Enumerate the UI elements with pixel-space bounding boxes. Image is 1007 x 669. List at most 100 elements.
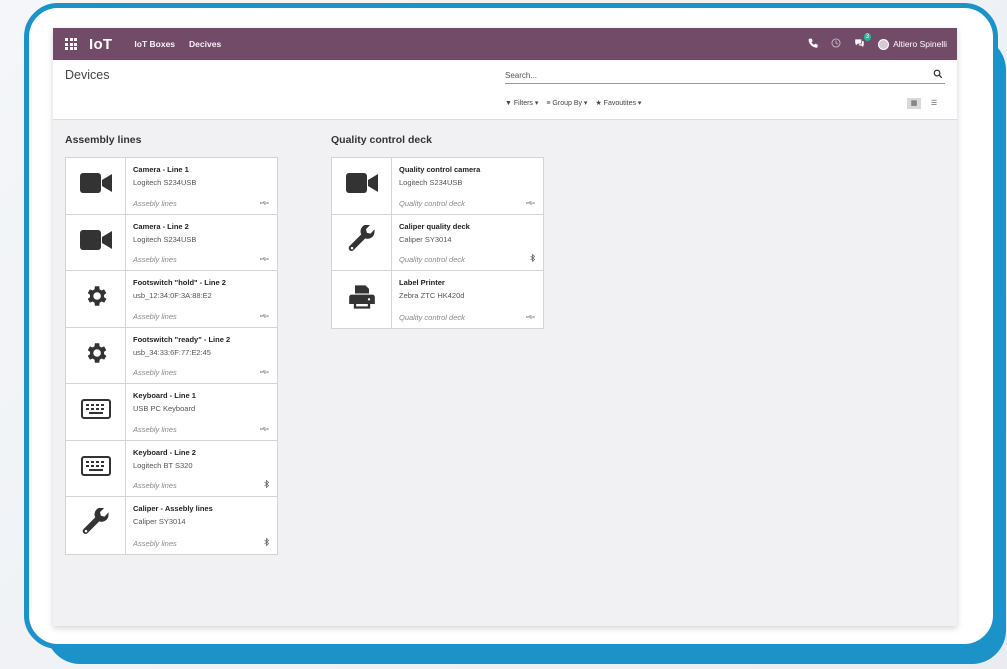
device-location: Quality control deck [399,255,465,264]
device-icon-cell [332,271,392,328]
device-icon-cell [66,271,126,327]
bluetooth-icon [264,537,270,548]
filters-dropdown[interactable]: ▼ Filters ▾ [505,99,538,107]
device-card[interactable]: Label Printer Zebra ZTC HK420d Quality c… [332,271,543,328]
device-card[interactable]: Camera - Line 1 Logitech S234USB Assebly… [66,158,277,215]
group-assembly-lines: Camera - Line 1 Logitech S234USB Assebly… [65,157,278,555]
device-icon-cell [66,158,126,214]
usb-icon [526,314,535,322]
app-brand[interactable]: IoT [89,36,112,53]
usb-icon [260,369,269,377]
search-options: ▼ Filters ▾ ≡ Group By ▾ ★ Favoutites ▾ [505,99,641,107]
device-icon-cell [66,440,126,496]
device-model: usb_34:33:6F:77:E2:45 [133,347,211,357]
device-icon-cell [332,214,392,270]
device-icon-cell [66,384,126,440]
menu-devices[interactable]: Decives [189,39,221,49]
bluetooth-icon [530,253,536,264]
device-icon-cell [332,158,392,214]
device-location: Assebly lines [133,198,177,208]
gear-icon [83,283,109,314]
view-switcher: ▦ ☰ [907,98,941,109]
device-card-body: Camera - Line 1 Logitech S234USB Assebly… [126,158,277,214]
device-card[interactable]: Caliper quality deck Caliper SY3014 Qual… [332,214,543,271]
device-model: Zebra ZTC HK420d [399,291,465,300]
device-location: Assebly lines [133,311,177,321]
device-model: Logitech S234USB [133,178,197,187]
device-card[interactable]: Caliper - Assebly lines Caliper SY3014 A… [66,497,277,554]
list-view-icon[interactable]: ☰ [927,98,941,109]
device-card[interactable]: Keyboard - Line 2 Logitech BT S320 Asseb… [66,440,277,497]
device-icon-cell [66,497,126,554]
device-location: Assebly lines [133,255,177,264]
group-title-quality-control-deck: Quality control deck [331,134,432,146]
device-card[interactable]: Footswitch "ready" - Line 2 usb_34:33:6F… [66,327,277,384]
favorites-dropdown[interactable]: ★ Favoutites ▾ [595,99,641,107]
bluetooth-icon [264,479,270,490]
user-name: Altiero Spinelli [893,39,947,49]
avatar [878,38,890,50]
camera-icon [79,172,112,199]
device-location: Assebly lines [133,538,177,548]
device-card[interactable]: Keyboard - Line 1 USB PC Keyboard Assebl… [66,384,277,441]
usb-icon [260,200,269,208]
usb-icon [260,256,269,264]
top-navbar: IoT IoT Boxes Decives 3 Altiero Spinelli [53,28,957,60]
camera-icon [345,172,378,199]
group-title-assembly-lines: Assembly lines [65,134,142,146]
device-card-body: Camera - Line 2 Logitech S234USB Assebly… [126,215,277,271]
page-title: Devices [65,68,110,82]
user-menu[interactable]: Altiero Spinelli [878,38,947,50]
device-location: Assebly lines [133,481,177,490]
device-card-body: Label Printer Zebra ZTC HK420d Quality c… [392,271,543,328]
device-name: Caliper quality deck [399,221,470,231]
device-name: Camera - Line 2 [133,221,189,231]
device-card-body: Caliper quality deck Caliper SY3014 Qual… [392,215,543,271]
device-model: Logitech S234USB [399,178,463,187]
search-icon[interactable] [933,69,943,83]
device-name: Footswitch "hold" - Line 2 [133,278,226,287]
device-name: Keyboard - Line 1 [133,391,196,400]
chat-icon[interactable]: 3 [854,32,872,51]
menu-iot-boxes[interactable]: IoT Boxes [134,39,175,49]
printer-icon [348,283,376,316]
device-card-body: Keyboard - Line 2 Logitech BT S320 Asseb… [126,441,277,497]
device-location: Assebly lines [133,368,177,377]
wrench-icon [347,224,377,260]
device-name: Label Printer [399,278,445,287]
device-card-body: Footswitch "hold" - Line 2 usb_12:34:0F:… [126,271,277,327]
device-card[interactable]: Quality control camera Logitech S234USB … [332,158,543,215]
clock-icon[interactable] [831,37,841,51]
device-card[interactable]: Footswitch "hold" - Line 2 usb_12:34:0F:… [66,271,277,328]
device-name: Caliper - Assebly lines [133,504,213,513]
keyboard-icon [80,399,111,424]
usb-icon [260,313,269,321]
device-card[interactable]: Camera - Line 2 Logitech S234USB Assebly… [66,214,277,271]
device-model: USB PC Keyboard [133,404,196,413]
usb-icon [260,426,269,434]
search-input[interactable]: Search... [505,69,945,84]
device-card-body: Footswitch "ready" - Line 2 usb_34:33:6F… [126,328,277,384]
apps-grid-icon[interactable] [65,38,77,50]
control-panel: Devices Search... ▼ Filters ▾ ≡ Group By… [53,60,957,120]
chat-badge: 3 [863,32,872,41]
device-name: Keyboard - Line 2 [133,447,196,457]
device-card-body: Caliper - Assebly lines Caliper SY3014 A… [126,497,277,554]
device-model: usb_12:34:0F:3A:88:E2 [133,291,212,300]
kanban-view-icon[interactable]: ▦ [907,98,921,109]
search-placeholder: Search... [505,71,538,80]
device-icon-cell [66,327,126,383]
phone-icon[interactable] [808,38,818,51]
topbar-systray: 3 Altiero Spinelli [808,32,947,51]
device-icon-cell [66,214,126,270]
device-model: Logitech S234USB [133,234,197,244]
group-quality-control-deck: Quality control camera Logitech S234USB … [331,157,544,329]
keyboard-icon [80,455,111,481]
device-card-body: Quality control camera Logitech S234USB … [392,158,543,214]
group-by-dropdown[interactable]: ≡ Group By ▾ [546,99,587,107]
device-model: Logitech BT S320 [133,460,193,470]
device-location: Quality control deck [399,312,465,322]
device-model: Caliper SY3014 [399,234,452,244]
wrench-icon [81,507,111,543]
device-location: Assebly lines [133,424,177,434]
